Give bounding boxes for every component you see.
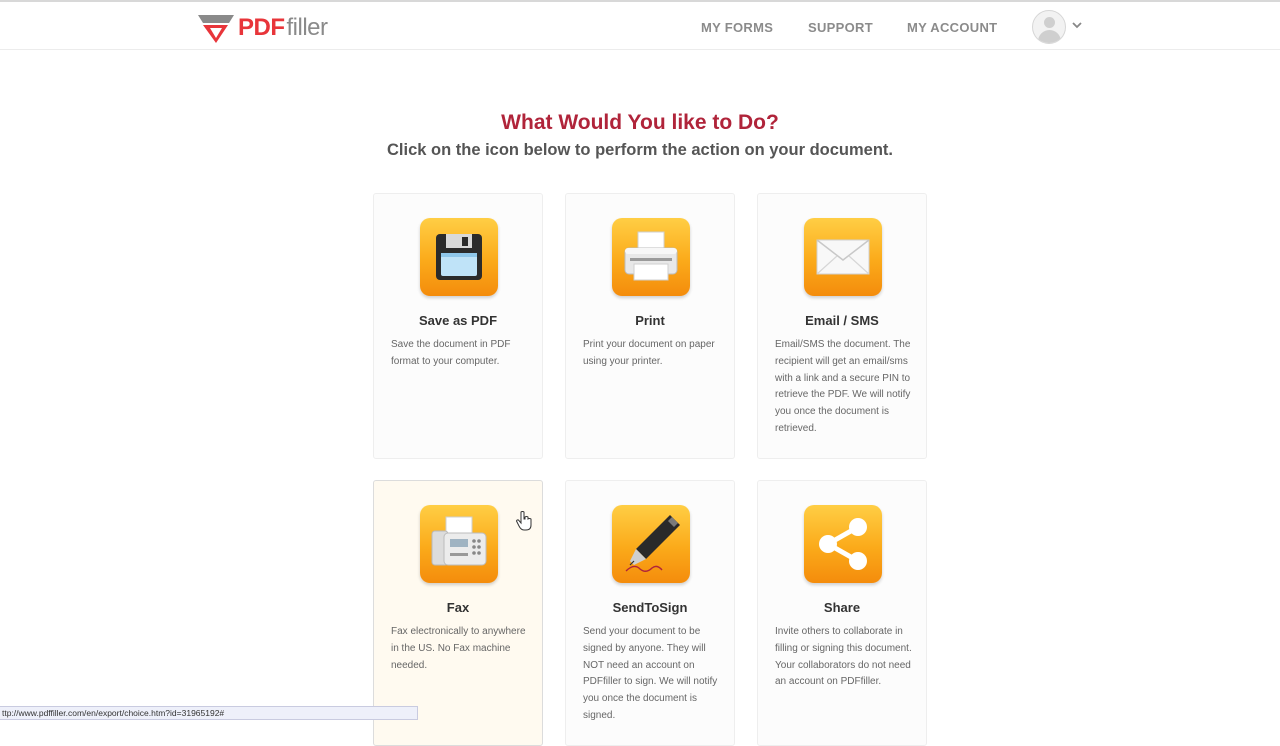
- avatar-head-shape: [1044, 17, 1055, 28]
- card-title: Fax: [446, 600, 470, 615]
- card-title: Save as PDF: [418, 313, 498, 328]
- action-card-share[interactable]: Share Invite others to collaborate in fi…: [757, 480, 927, 746]
- avatar-body-shape: [1038, 30, 1061, 43]
- pdffiller-logo[interactable]: PDF filler: [196, 11, 328, 45]
- action-card-email-sms[interactable]: Email / SMS Email/SMS the document. The …: [757, 193, 927, 459]
- logo-text-filler: filler: [286, 14, 329, 41]
- action-card-print[interactable]: Print Print your document on paper using…: [565, 193, 735, 459]
- nav-support[interactable]: SUPPORT: [808, 20, 873, 35]
- page-subtitle: Click on the icon below to perform the a…: [386, 141, 894, 159]
- action-card-sendtosign[interactable]: SendToSign Send your document to be sign…: [565, 480, 735, 746]
- chevron-down-icon[interactable]: [1072, 21, 1082, 29]
- nav-my-forms[interactable]: MY FORMS: [701, 20, 773, 35]
- hand-pointer-cursor-icon: [516, 511, 532, 531]
- card-title: SendToSign: [612, 600, 688, 615]
- card-description: Save the document in PDF format to your …: [391, 339, 511, 367]
- user-avatar[interactable]: [1032, 10, 1066, 44]
- card-description: Print your document on paper using your …: [583, 339, 715, 367]
- pdffiller-logo-icon: [198, 15, 234, 43]
- top-navigation-bar: PDF filler MY FORMS SUPPORT MY ACCOUNT: [0, 0, 1280, 50]
- card-title: Print: [635, 313, 665, 328]
- card-description: Email/SMS the document. The recipient wi…: [775, 339, 911, 434]
- logo-text-pdf: PDF: [238, 14, 285, 41]
- card-description: Invite others to collaborate in filling …: [775, 626, 912, 688]
- card-description: Fax electronically to anywhere in the US…: [391, 626, 526, 671]
- printer-icon: [612, 218, 690, 296]
- card-title: Share: [823, 600, 861, 615]
- floppy-disk-icon: [420, 218, 498, 296]
- share-icon: [804, 505, 882, 583]
- pen-icon: [612, 505, 690, 583]
- card-description: Send your document to be signed by anyon…: [583, 626, 718, 721]
- fax-machine-icon: [420, 505, 498, 583]
- browser-status-url: ttp://www.pdffiller.com/en/export/choice…: [0, 706, 418, 720]
- page-title: What Would You like to Do?: [501, 111, 779, 134]
- action-card-save-as-pdf[interactable]: Save as PDF Save the document in PDF for…: [373, 193, 543, 459]
- card-title: Email / SMS: [805, 313, 879, 328]
- nav-my-account[interactable]: MY ACCOUNT: [907, 20, 997, 35]
- envelope-icon: [804, 218, 882, 296]
